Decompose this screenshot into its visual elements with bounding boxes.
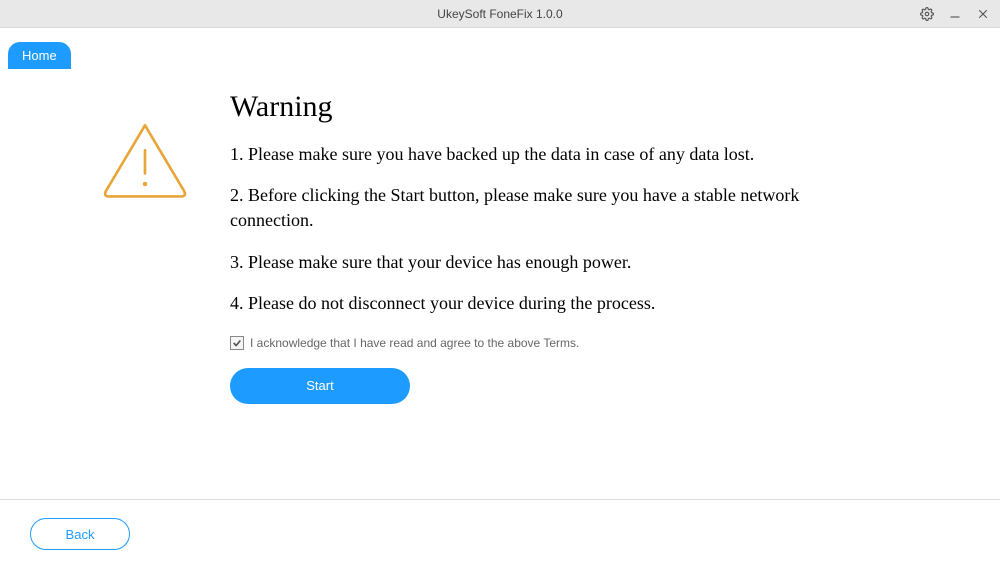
titlebar: UkeySoft FoneFix 1.0.0	[0, 0, 1000, 28]
terms-acknowledge-row: I acknowledge that I have read and agree…	[230, 336, 940, 350]
window-controls	[918, 0, 992, 27]
settings-icon[interactable]	[918, 5, 936, 23]
terms-label: I acknowledge that I have read and agree…	[250, 336, 579, 350]
footer-divider	[0, 499, 1000, 500]
start-button-label: Start	[306, 378, 333, 393]
home-tab[interactable]: Home	[8, 42, 71, 69]
warning-heading: Warning	[230, 90, 940, 124]
content-area: Warning 1. Please make sure you have bac…	[100, 90, 940, 404]
back-button-label: Back	[66, 527, 95, 542]
warning-item-1: 1. Please make sure you have backed up t…	[230, 142, 870, 167]
close-icon[interactable]	[974, 5, 992, 23]
start-button[interactable]: Start	[230, 368, 410, 404]
warning-text-block: Warning 1. Please make sure you have bac…	[220, 90, 940, 404]
warning-item-4: 4. Please do not disconnect your device …	[230, 291, 870, 316]
home-tab-label: Home	[22, 48, 57, 63]
warning-item-3: 3. Please make sure that your device has…	[230, 250, 870, 275]
warning-item-2: 2. Before clicking the Start button, ple…	[230, 183, 870, 233]
app-title: UkeySoft FoneFix 1.0.0	[437, 7, 562, 21]
back-button[interactable]: Back	[30, 518, 130, 550]
warning-icon	[100, 90, 220, 205]
terms-checkbox[interactable]	[230, 336, 244, 350]
minimize-icon[interactable]	[946, 5, 964, 23]
